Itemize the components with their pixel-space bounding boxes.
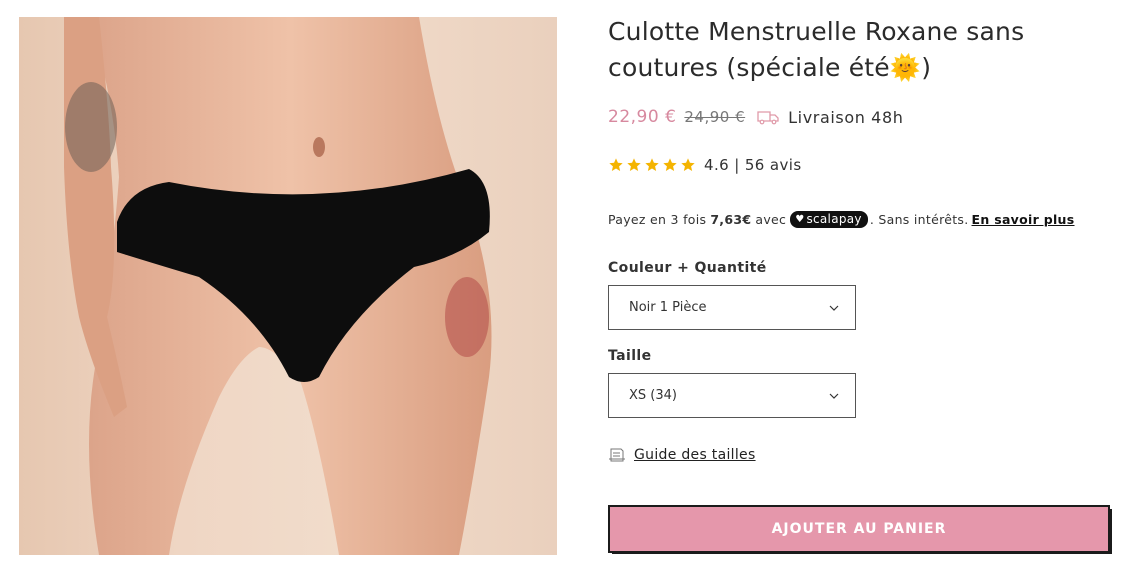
shipping-info: Livraison 48h	[788, 107, 904, 127]
original-price: 24,90 €	[684, 108, 746, 126]
size-guide-label: Guide des tailles	[634, 447, 756, 463]
price-row: 22,90 € 24,90 € Livraison 48h	[608, 104, 903, 130]
scalapay-logo: ♥ scalapay	[790, 211, 868, 228]
scalapay-label: scalapay	[806, 212, 862, 226]
star-icon	[609, 158, 623, 171]
star-icon	[663, 158, 677, 171]
installment-with: avec	[755, 212, 787, 227]
rating-row[interactable]: 4.6 | 56 avis	[608, 156, 802, 174]
installment-info: Payez en 3 fois 7,63€ avec ♥ scalapay . …	[608, 211, 1075, 228]
size-guide-icon	[609, 448, 625, 462]
installment-suffix: . Sans intérêts.	[869, 212, 969, 227]
color-quantity-value: Noir 1 Pièce	[629, 300, 707, 315]
heart-icon: ♥	[795, 213, 805, 225]
star-icon	[627, 158, 641, 171]
product-photo-illustration	[64, 17, 492, 555]
chevron-down-icon	[829, 305, 839, 311]
size-guide-link[interactable]: Guide des tailles	[608, 447, 756, 463]
star-icon	[681, 158, 695, 171]
sale-price: 22,90 €	[608, 107, 677, 127]
chevron-down-icon	[829, 393, 839, 399]
installment-amount: 7,63€	[710, 212, 752, 227]
size-label: Taille	[608, 348, 652, 364]
color-quantity-label: Couleur + Quantité	[608, 260, 767, 276]
delivery-truck-icon	[757, 111, 779, 125]
rating-stars	[608, 157, 698, 173]
size-value: XS (34)	[629, 388, 677, 403]
product-image[interactable]	[19, 17, 557, 555]
installment-prefix: Payez en 3 fois	[608, 212, 707, 227]
size-select[interactable]: XS (34)	[608, 373, 856, 418]
add-to-cart-button[interactable]: AJOUTER AU PANIER	[608, 505, 1110, 553]
color-quantity-select[interactable]: Noir 1 Pièce	[608, 285, 856, 330]
product-title: Culotte Menstruelle Roxane sans coutures…	[608, 17, 1025, 82]
rating-summary: 4.6 | 56 avis	[704, 156, 802, 174]
learn-more-link[interactable]: En savoir plus	[972, 212, 1075, 227]
star-icon	[645, 158, 659, 171]
